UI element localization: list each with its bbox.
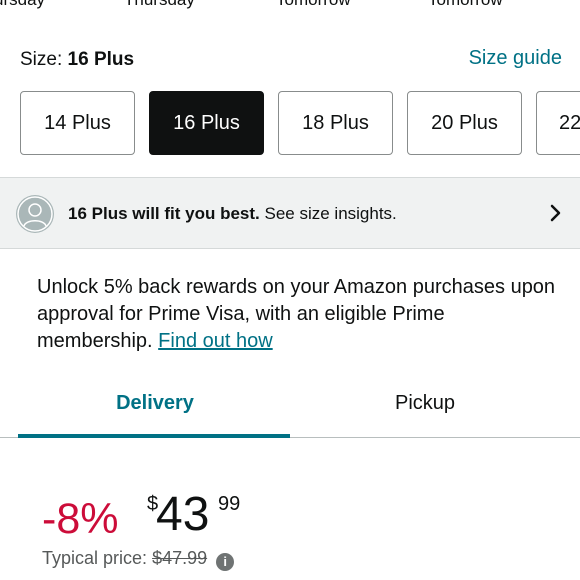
size-option-22[interactable]: 22 xyxy=(536,91,580,155)
delivery-day-labels: ursday Thursday Tomorrow Tomorrow xyxy=(0,0,580,22)
price-fraction: 99 xyxy=(218,493,241,515)
selected-size-value: 16 Plus xyxy=(67,49,135,70)
delivery-day-label: Tomorrow xyxy=(276,0,351,10)
size-label: Size: 16 Plus xyxy=(20,49,134,71)
delivery-day-label: ursday xyxy=(0,0,45,10)
typical-price-label: Typical price: xyxy=(42,548,148,568)
size-selector: 14 Plus 16 Plus 18 Plus 20 Plus 22 xyxy=(20,91,580,155)
size-insight-banner[interactable]: 16 Plus will fit you best. See size insi… xyxy=(0,177,580,249)
active-tab-indicator xyxy=(18,434,290,438)
size-insight-bold: 16 Plus will fit you best. xyxy=(68,204,260,223)
size-insight-link-text: See size insights. xyxy=(259,204,397,223)
size-option-18-plus[interactable]: 18 Plus xyxy=(278,91,393,155)
discount-percentage: -8% xyxy=(42,495,119,543)
delivery-day-label: Thursday xyxy=(124,0,195,10)
size-header: Size: 16 Plus Size guide xyxy=(20,47,562,75)
info-icon[interactable]: i xyxy=(216,553,235,571)
typical-price: Typical price: $47.99 i xyxy=(42,548,235,571)
size-insight-text: 16 Plus will fit you best. See size insi… xyxy=(68,204,397,224)
size-label-text: Size: xyxy=(20,49,63,70)
find-out-how-link[interactable]: Find out how xyxy=(158,330,273,352)
promo-text: Unlock 5% back rewards on your Amazon pu… xyxy=(37,276,556,352)
price-whole: 43 xyxy=(156,488,210,541)
fulfillment-tabs: Delivery Pickup xyxy=(0,380,580,438)
tab-pickup[interactable]: Pickup xyxy=(280,392,570,415)
user-avatar-icon xyxy=(16,195,54,233)
size-guide-link[interactable]: Size guide xyxy=(469,47,562,70)
prime-visa-promo: Unlock 5% back rewards on your Amazon pu… xyxy=(37,274,557,355)
typical-price-value: $47.99 xyxy=(152,548,208,568)
size-option-14-plus[interactable]: 14 Plus xyxy=(20,91,135,155)
chevron-right-icon[interactable] xyxy=(550,203,562,228)
size-option-20-plus[interactable]: 20 Plus xyxy=(407,91,522,155)
size-option-16-plus[interactable]: 16 Plus xyxy=(149,91,264,155)
tab-delivery[interactable]: Delivery xyxy=(10,392,300,415)
delivery-day-label: Tomorrow xyxy=(428,0,503,10)
